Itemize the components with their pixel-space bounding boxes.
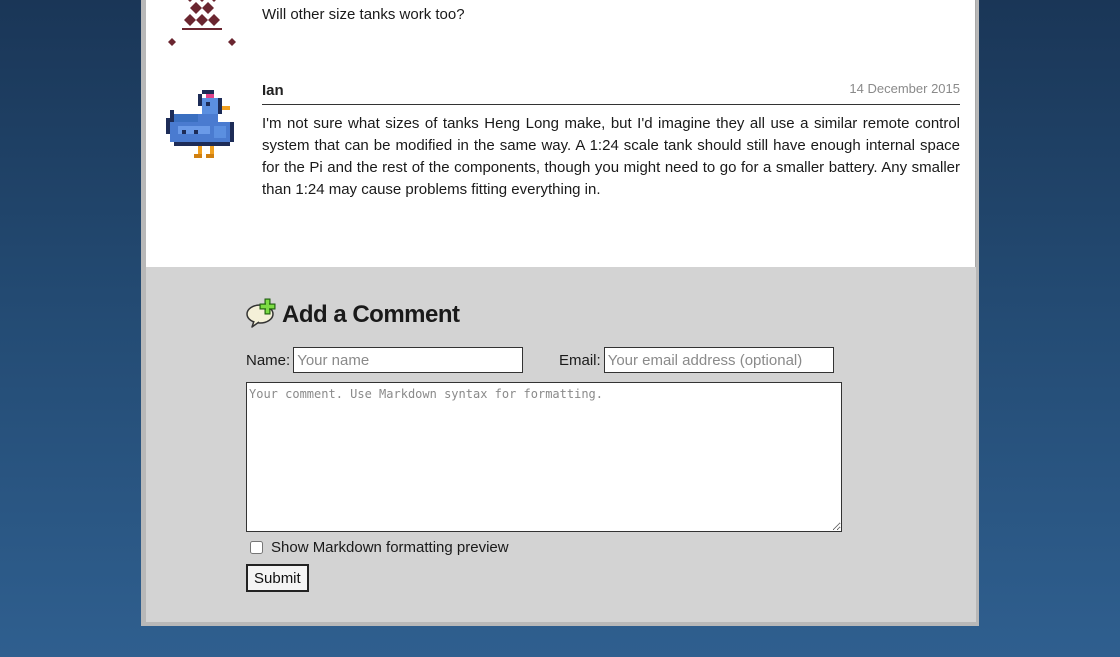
email-label: Email: [559, 351, 601, 369]
add-comment-section: Add a Comment Name: Email: Show Markdown… [146, 267, 976, 622]
preview-toggle-row: Show Markdown formatting preview [250, 539, 509, 556]
comment-author[interactable]: Ian [262, 80, 284, 102]
name-label: Name: [246, 351, 291, 369]
name-input[interactable] [293, 347, 524, 373]
comment-textarea[interactable] [246, 382, 842, 532]
comment-header: Ian 14 December 2015 [262, 81, 960, 105]
preview-checkbox[interactable] [250, 541, 263, 554]
comment-date: 14 December 2015 [849, 81, 960, 96]
email-field-row: Email: [559, 347, 834, 373]
page-frame: Will other size tanks work too? Ian 14 D… [141, 0, 979, 626]
page-content: Will other size tanks work too? Ian 14 D… [146, 0, 976, 622]
submit-button[interactable]: Submit [246, 564, 309, 592]
add-comment-icon [246, 297, 276, 334]
preview-label[interactable]: Show Markdown formatting preview [271, 539, 509, 556]
quilt-pattern-avatar [166, 0, 238, 58]
email-input[interactable] [603, 347, 834, 373]
name-field-row: Name: [246, 347, 524, 373]
add-comment-title: Add a Comment [282, 301, 460, 328]
comment-text: I'm not sure what sizes of tanks Heng Lo… [262, 115, 960, 198]
add-comment-heading: Add a Comment [246, 297, 460, 334]
pixel-chicken-avatar [166, 90, 238, 162]
comment-text: Will other size tanks work too? [262, 6, 465, 23]
